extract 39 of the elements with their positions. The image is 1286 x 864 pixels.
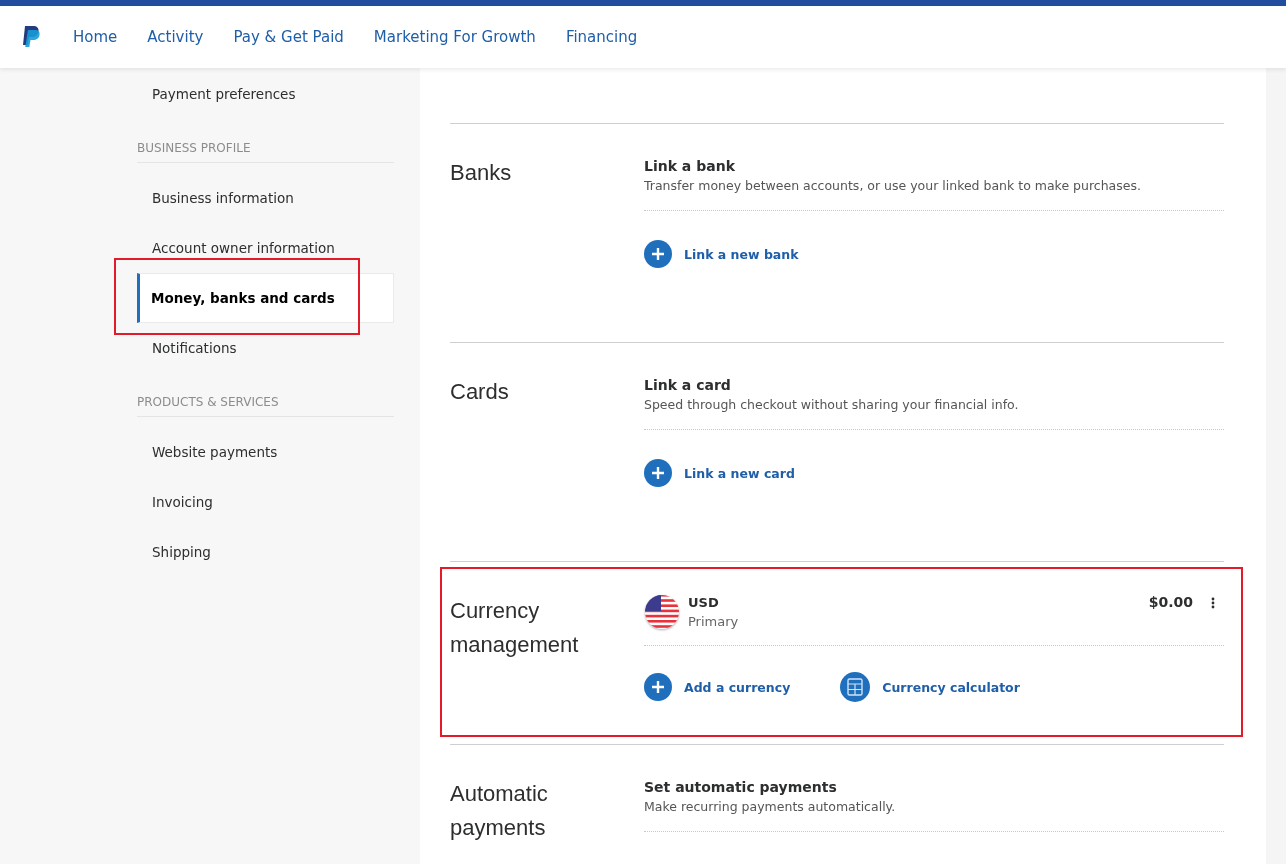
sidebar-item[interactable]: Money, banks and cards — [137, 273, 394, 323]
flag-icon — [644, 594, 680, 630]
calculator-icon[interactable] — [840, 672, 871, 702]
plus-icon[interactable] — [644, 459, 672, 487]
nav-link[interactable]: Financing — [565, 28, 638, 46]
logo-icon[interactable] — [20, 25, 42, 49]
nav-link[interactable]: Pay & Get Paid — [233, 28, 344, 46]
sidebar-item[interactable]: Business information — [152, 189, 294, 207]
sidebar-item[interactable]: Account owner information — [152, 239, 335, 257]
section-title: Cards — [450, 378, 510, 406]
sidebar-section-header: BUSINESS PROFILE — [137, 141, 394, 163]
section-description: Transfer money between accounts, or use your linked bank to make purchases. — [644, 177, 1142, 195]
currency-label: Primary — [688, 613, 740, 631]
plus-icon[interactable] — [644, 240, 672, 268]
section-title: Banks — [450, 159, 513, 187]
nav-link[interactable]: Marketing For Growth — [373, 28, 536, 46]
section-heading: Link a bank — [644, 157, 736, 176]
section-description: Speed through checkout without sharing your financial info. — [644, 396, 1020, 414]
sidebar-item[interactable]: Invoicing — [152, 493, 213, 511]
plus-icon[interactable] — [644, 673, 672, 701]
sidebar-item[interactable]: Website payments — [152, 443, 278, 461]
more-options-icon[interactable] — [1211, 597, 1215, 609]
section-heading: Link a card — [644, 376, 732, 395]
sidebar-section-header: PRODUCTS & SERVICES — [137, 395, 394, 417]
section-title: Currency management — [450, 597, 580, 659]
sidebar-item[interactable]: Shipping — [152, 543, 211, 561]
currency-code: USD — [688, 594, 720, 612]
link-action[interactable]: Link a new card — [684, 465, 795, 481]
sidebar-item[interactable]: Payment preferences — [152, 85, 296, 103]
link-action[interactable]: Link a new bank — [684, 246, 799, 262]
section-title: Automatic payments — [450, 780, 549, 842]
section-description: Make recurring payments automatically. — [644, 798, 897, 816]
nav-link[interactable]: Activity — [147, 28, 204, 46]
balance-amount: $0.00 — [1148, 594, 1193, 610]
link-action[interactable]: Add a currency — [684, 679, 791, 695]
nav-link[interactable]: Home — [73, 28, 118, 46]
section-heading: Set automatic payments — [644, 778, 838, 797]
sidebar-item[interactable]: Notifications — [152, 339, 237, 357]
link-action[interactable]: Currency calculator — [882, 679, 1020, 695]
